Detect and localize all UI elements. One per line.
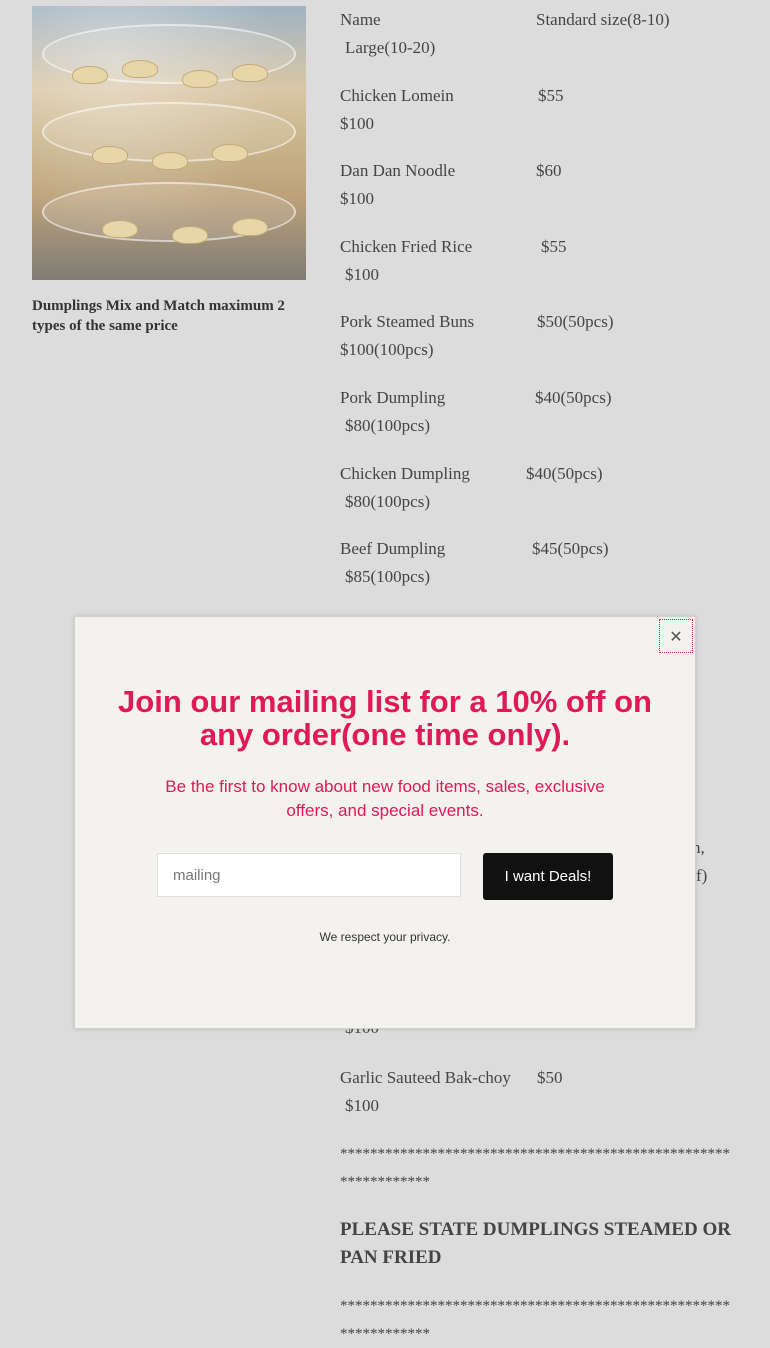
item-large-price: $80(100pcs) [345,492,430,511]
header-name: Name [340,10,381,29]
item-name: Chicken Dumpling [340,464,470,483]
item-large-price: $100 [340,114,374,133]
product-caption[interactable]: Dumplings Mix and Match maximum 2 types … [32,296,306,336]
item-standard-price: $40(50pcs) [535,388,612,407]
item-standard-price: $45(50pcs) [532,539,609,558]
modal-title: Join our mailing list for a 10% off on a… [118,684,652,752]
item-large-price: $100 [345,265,379,284]
header-large: Large(10-20) [345,38,436,57]
divider-stars: ****************************************… [340,1298,730,1342]
item-name: Pork Dumpling [340,388,446,407]
item-name: Chicken Lomein [340,86,454,105]
item-large-price: $100 [345,1096,379,1115]
modal-subtitle: Be the first to know about new food item… [165,777,605,820]
item-name: Pork Steamed Buns [340,312,475,331]
item-large-price: $85(100pcs) [345,567,430,586]
steamed-or-pan-fried-notice: PLEASE STATE DUMPLINGS STEAMED OR PAN FR… [340,1219,731,1268]
privacy-note: We respect your privacy. [319,930,451,944]
item-standard-price: $50 [537,1068,563,1087]
item-standard-price: $50(50pcs) [537,312,614,331]
subscribe-button[interactable]: I want Deals! [483,853,613,900]
item-name: Beef Dumpling [340,539,446,558]
obscured-text-fragment: f) [696,866,708,885]
item-standard-price: $55 [538,86,564,105]
divider-stars: ****************************************… [340,1146,730,1190]
item-name: Dan Dan Noodle [340,161,456,180]
item-name: Garlic Sauteed Bak-choy [340,1068,511,1087]
mailing-list-modal: ✕ Join our mailing list for a 10% off on… [74,616,696,1029]
item-large-price: $100 [340,189,374,208]
item-standard-price: $60 [536,161,562,180]
email-input[interactable] [157,853,461,897]
header-standard: Standard size(8-10) [536,10,670,29]
item-standard-price: $55 [541,237,567,256]
close-icon[interactable]: ✕ [659,619,693,653]
item-large-price: $100(100pcs) [340,340,434,359]
product-image[interactable] [32,6,306,280]
item-standard-price: $40(50pcs) [526,464,603,483]
item-name: Chicken Fried Rice [340,237,473,256]
item-large-price: $80(100pcs) [345,416,430,435]
